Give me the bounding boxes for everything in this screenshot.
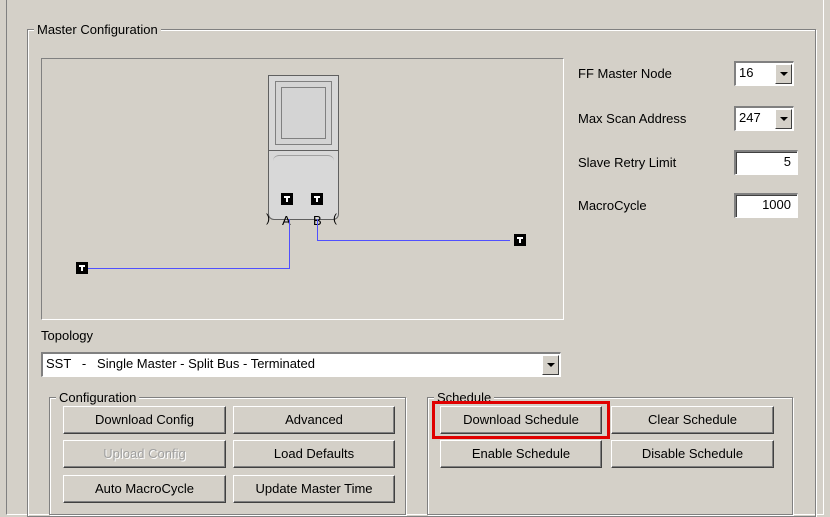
disable-schedule-button[interactable]: Disable Schedule — [611, 440, 774, 468]
topology-label: Topology — [41, 328, 94, 343]
ff-master-node-label: FF Master Node — [578, 66, 672, 81]
topology-diagram-panel: A B ) ( — [41, 58, 564, 320]
enable-schedule-button[interactable]: Enable Schedule — [440, 440, 602, 468]
upload-config-button[interactable]: Upload Config — [63, 440, 226, 468]
bus-wire-a-vertical — [289, 219, 290, 269]
terminator-a-icon — [281, 193, 293, 205]
topology-value: SST - Single Master - Split Bus - Termin… — [46, 356, 316, 371]
auto-macrocycle-button[interactable]: Auto MacroCycle — [63, 475, 226, 503]
chevron-down-icon[interactable] — [542, 355, 559, 375]
advanced-button[interactable]: Advanced — [233, 406, 395, 434]
load-defaults-button[interactable]: Load Defaults — [233, 440, 395, 468]
master-configuration-legend: Master Configuration — [34, 22, 161, 37]
bus-wire-b-vertical — [317, 219, 318, 241]
terminator-right-icon — [514, 234, 526, 246]
slave-retry-limit-label: Slave Retry Limit — [578, 155, 677, 170]
ff-master-node-value: 16 — [739, 65, 754, 80]
chevron-down-icon[interactable] — [775, 109, 792, 129]
terminator-b-icon — [311, 193, 323, 205]
clear-schedule-button[interactable]: Clear Schedule — [611, 406, 774, 434]
topology-select[interactable]: SST - Single Master - Split Bus - Termin… — [41, 352, 561, 377]
download-schedule-button[interactable]: Download Schedule — [440, 406, 602, 434]
max-scan-address-value: 247 — [739, 110, 761, 125]
slave-retry-limit-field[interactable]: 5 — [734, 150, 798, 175]
master-device-icon: A B ) ( — [266, 75, 339, 228]
update-master-time-button[interactable]: Update Master Time — [233, 475, 395, 503]
macrocycle-field[interactable]: 1000 — [734, 193, 798, 218]
bus-wire-a-horizontal — [88, 268, 290, 269]
chevron-down-icon[interactable] — [775, 64, 792, 84]
macrocycle-label: MacroCycle — [578, 198, 647, 213]
configuration-legend: Configuration — [56, 390, 140, 405]
download-config-button[interactable]: Download Config — [63, 406, 226, 434]
max-scan-address-label: Max Scan Address — [578, 111, 687, 126]
max-scan-address-select[interactable]: 247 — [734, 106, 794, 131]
ff-master-node-select[interactable]: 16 — [734, 61, 794, 86]
bus-wire-b-horizontal — [317, 240, 510, 241]
terminator-left-icon — [76, 262, 88, 274]
